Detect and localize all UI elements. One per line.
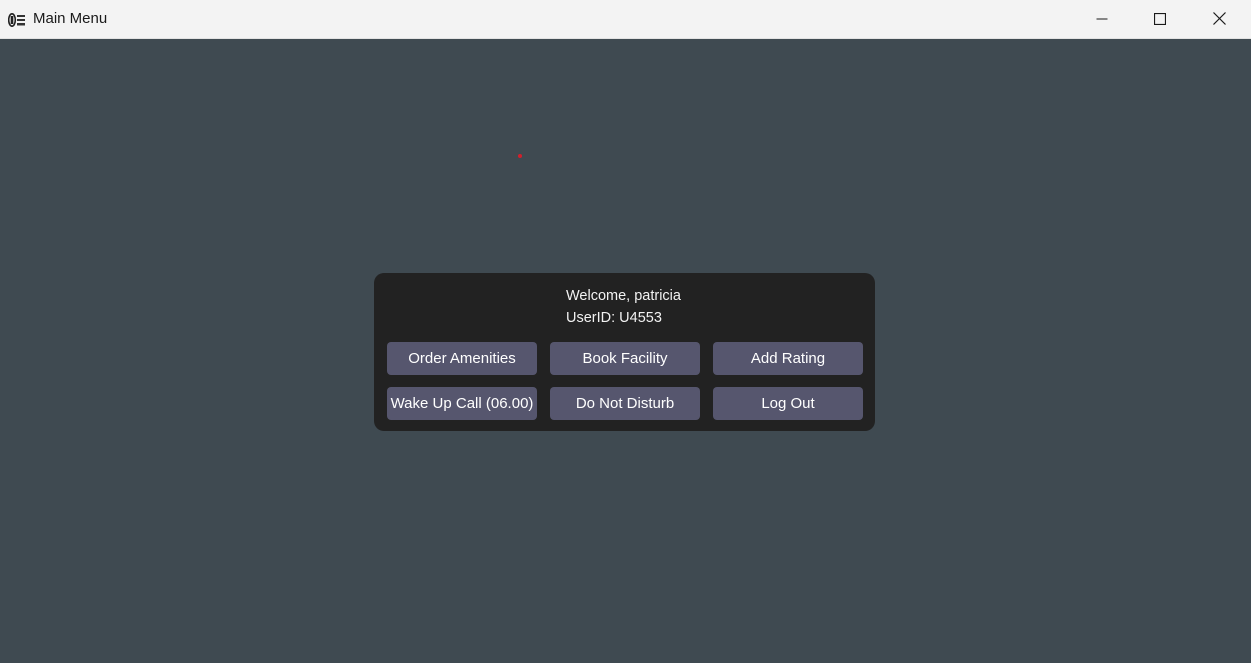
window-title: Main Menu bbox=[33, 10, 108, 27]
maximize-icon bbox=[1153, 10, 1167, 29]
maximize-button[interactable] bbox=[1131, 0, 1189, 38]
user-id-text: UserID: U4553 bbox=[566, 310, 662, 326]
close-icon bbox=[1212, 10, 1226, 29]
minimize-icon bbox=[1096, 10, 1108, 29]
main-menu-window: Main Menu Welcome, patricia UserID: U455… bbox=[0, 0, 1251, 663]
welcome-text: Welcome, patricia bbox=[566, 288, 681, 304]
do-not-disturb-button[interactable]: Do Not Disturb bbox=[550, 387, 700, 420]
order-amenities-button[interactable]: Order Amenities bbox=[387, 342, 537, 375]
title-bar[interactable]: Main Menu bbox=[0, 0, 1251, 39]
cursor-marker bbox=[518, 154, 522, 158]
book-facility-button[interactable]: Book Facility bbox=[550, 342, 700, 375]
main-menu-panel: Welcome, patricia UserID: U4553 Order Am… bbox=[374, 273, 875, 431]
add-rating-button[interactable]: Add Rating bbox=[713, 342, 863, 375]
minimize-button[interactable] bbox=[1073, 0, 1131, 38]
wake-up-call-button[interactable]: Wake Up Call (06.00) bbox=[387, 387, 537, 420]
close-button[interactable] bbox=[1190, 0, 1248, 38]
hotel-logo-icon bbox=[7, 12, 26, 28]
log-out-button[interactable]: Log Out bbox=[713, 387, 863, 420]
